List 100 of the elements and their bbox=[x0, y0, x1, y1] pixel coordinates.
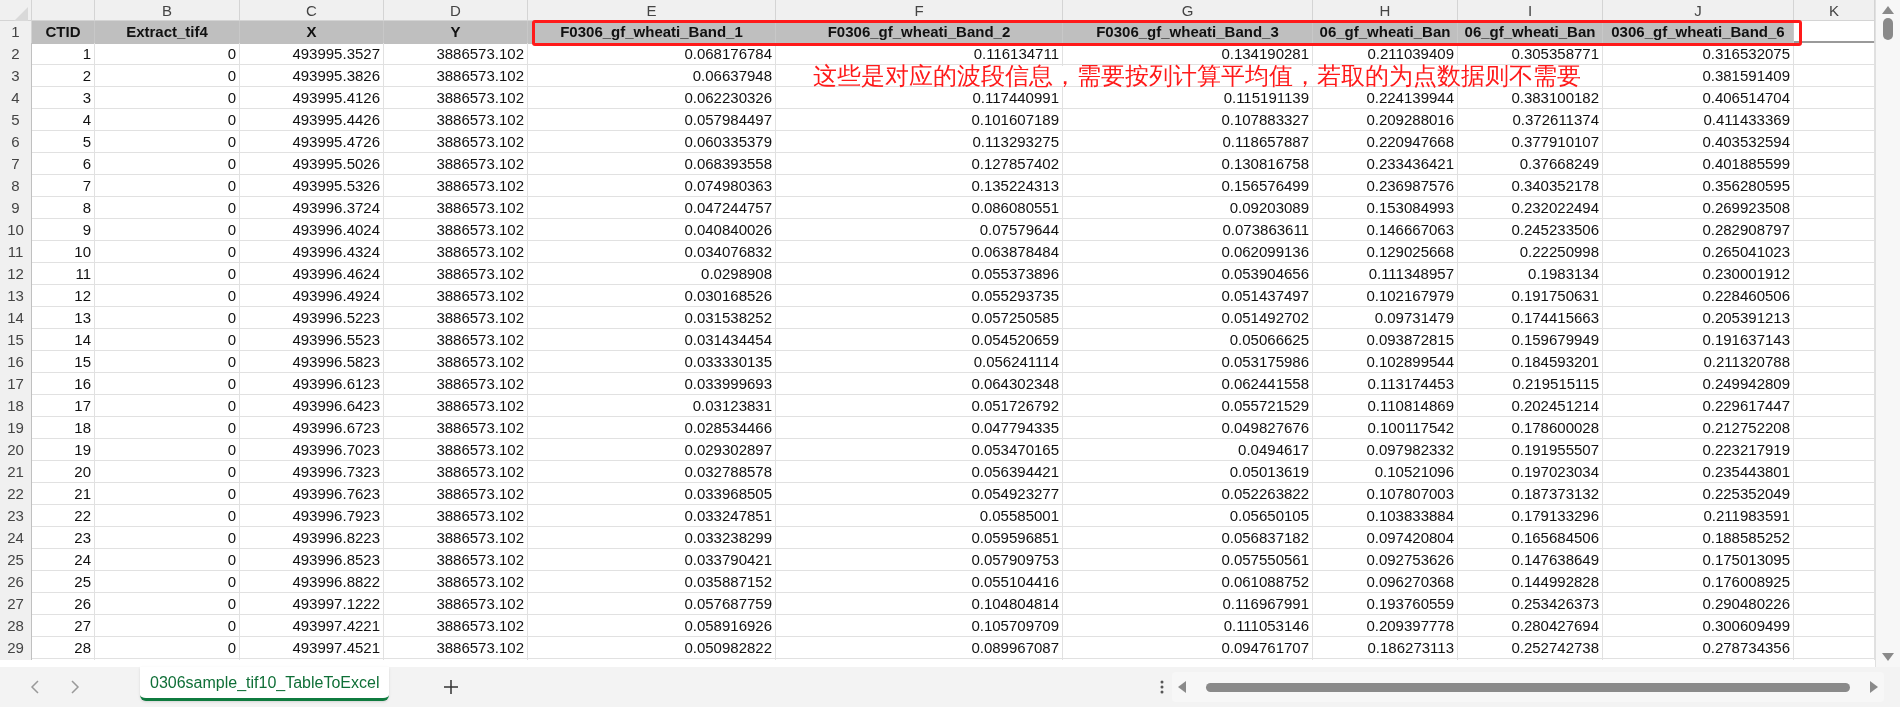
table-cell: 0.056394421 bbox=[776, 461, 1063, 484]
table-cell: 0.0298908 bbox=[528, 263, 776, 286]
table-cell: 0 bbox=[95, 351, 240, 374]
row-number[interactable]: 22 bbox=[0, 483, 32, 506]
table-cell: 0.092753626 bbox=[1313, 549, 1458, 572]
table-cell: 0.280427694 bbox=[1458, 615, 1603, 638]
table-cell: 3886573.102 bbox=[384, 175, 528, 198]
table-cell: 3886573.102 bbox=[384, 439, 528, 462]
add-sheet-icon[interactable] bbox=[444, 680, 459, 694]
scroll-up-icon[interactable] bbox=[1882, 6, 1894, 14]
next-sheet-icon[interactable] bbox=[70, 679, 80, 695]
row-number[interactable]: 25 bbox=[0, 549, 32, 572]
row-number[interactable]: 16 bbox=[0, 351, 32, 374]
table-cell: 3886573.102 bbox=[384, 505, 528, 528]
row-number[interactable]: 18 bbox=[0, 395, 32, 418]
column-header[interactable]: J bbox=[1603, 0, 1794, 23]
row-number[interactable]: 29 bbox=[0, 637, 32, 660]
table-cell: 0 bbox=[95, 43, 240, 66]
scroll-left-icon[interactable] bbox=[1178, 681, 1186, 693]
table-cell: 0.073863611 bbox=[1063, 219, 1313, 242]
table-cell: 0 bbox=[95, 329, 240, 352]
table-cell: 21 bbox=[32, 483, 95, 506]
table-cell: 0.040840026 bbox=[528, 219, 776, 242]
row-number[interactable]: 10 bbox=[0, 219, 32, 242]
scrollbar-thumb[interactable] bbox=[1883, 18, 1893, 40]
table-cell: 0.096270368 bbox=[1313, 571, 1458, 594]
table-cell: 493996.8523 bbox=[240, 549, 384, 572]
table-cell: 0.411433369 bbox=[1603, 109, 1794, 132]
table-cell: 493995.4426 bbox=[240, 109, 384, 132]
table-cell: 0.184593201 bbox=[1458, 351, 1603, 374]
row-number[interactable]: 17 bbox=[0, 373, 32, 396]
table-cell: 0.229617447 bbox=[1603, 395, 1794, 418]
table-cell: 0.211983591 bbox=[1603, 505, 1794, 528]
row-number[interactable]: 20 bbox=[0, 439, 32, 462]
row-number[interactable]: 7 bbox=[0, 153, 32, 176]
table-cell: 3886573.102 bbox=[384, 351, 528, 374]
table-cell: 5 bbox=[32, 131, 95, 154]
row-number[interactable]: 5 bbox=[0, 109, 32, 132]
table-cell: 3886573.102 bbox=[384, 593, 528, 616]
table-cell: 0.034076832 bbox=[528, 241, 776, 264]
column-header[interactable]: G bbox=[1063, 0, 1313, 23]
table-cell: 0.062230326 bbox=[528, 87, 776, 110]
table-cell: 3886573.102 bbox=[384, 307, 528, 330]
row-number[interactable]: 28 bbox=[0, 615, 32, 638]
table-cell: 0.054520659 bbox=[776, 329, 1063, 352]
row-number[interactable]: 19 bbox=[0, 417, 32, 440]
row-number[interactable]: 8 bbox=[0, 175, 32, 198]
table-cell: 3886573.102 bbox=[384, 527, 528, 550]
table-cell: 0.093872815 bbox=[1313, 329, 1458, 352]
table-cell: 493995.5326 bbox=[240, 175, 384, 198]
table-cell: 0.029302897 bbox=[528, 439, 776, 462]
row-number[interactable]: 26 bbox=[0, 571, 32, 594]
table-cell: 0.05650105 bbox=[1063, 505, 1313, 528]
row-number[interactable]: 27 bbox=[0, 593, 32, 616]
row-number[interactable]: 3 bbox=[0, 65, 32, 88]
table-cell: 0.107807003 bbox=[1313, 483, 1458, 506]
table-cell: 0.197023034 bbox=[1458, 461, 1603, 484]
scroll-down-icon[interactable] bbox=[1882, 653, 1894, 661]
column-header[interactable]: F bbox=[776, 0, 1063, 23]
table-cell: 0.144992828 bbox=[1458, 571, 1603, 594]
table-cell: 23 bbox=[32, 527, 95, 550]
more-options-icon[interactable] bbox=[1160, 680, 1164, 694]
table-cell: 10 bbox=[32, 241, 95, 264]
horizontal-scrollbar[interactable] bbox=[1172, 672, 1884, 702]
row-number[interactable]: 24 bbox=[0, 527, 32, 550]
row-number[interactable]: 13 bbox=[0, 285, 32, 308]
table-cell: 0.03123831 bbox=[528, 395, 776, 418]
table-cell: 0.253426373 bbox=[1458, 593, 1603, 616]
table-cell: 0.147638649 bbox=[1458, 549, 1603, 572]
table-cell: 493996.4624 bbox=[240, 263, 384, 286]
previous-sheet-icon[interactable] bbox=[30, 679, 40, 695]
table-cell: 3886573.102 bbox=[384, 549, 528, 572]
sheet-tab[interactable]: 0306sample_tif10_TableToExcel bbox=[140, 667, 390, 701]
table-cell: 0.0494617 bbox=[1063, 439, 1313, 462]
table-cell: 22 bbox=[32, 505, 95, 528]
table-cell: 0.113293275 bbox=[776, 131, 1063, 154]
row-number[interactable]: 1 bbox=[0, 21, 32, 44]
row-number[interactable]: 11 bbox=[0, 241, 32, 264]
table-cell: 3886573.102 bbox=[384, 219, 528, 242]
column-header[interactable]: I bbox=[1458, 0, 1603, 23]
row-number[interactable]: 21 bbox=[0, 461, 32, 484]
row-number[interactable]: 14 bbox=[0, 307, 32, 330]
table-cell: 7 bbox=[32, 175, 95, 198]
table-cell: 14 bbox=[32, 329, 95, 352]
table-header-cell: F0306_gf_wheati_Band_1 bbox=[528, 21, 776, 44]
vertical-scrollbar[interactable] bbox=[1875, 0, 1900, 667]
row-number[interactable]: 6 bbox=[0, 131, 32, 154]
row-number[interactable]: 9 bbox=[0, 197, 32, 220]
row-number[interactable]: 4 bbox=[0, 87, 32, 110]
column-header[interactable]: H bbox=[1313, 0, 1458, 23]
row-number[interactable]: 15 bbox=[0, 329, 32, 352]
scrollbar-thumb[interactable] bbox=[1206, 682, 1850, 692]
table-cell: 20 bbox=[32, 461, 95, 484]
table-cell: 0.033790421 bbox=[528, 549, 776, 572]
table-cell: 0 bbox=[95, 87, 240, 110]
scroll-right-icon[interactable] bbox=[1870, 681, 1878, 693]
row-number[interactable]: 12 bbox=[0, 263, 32, 286]
row-number[interactable]: 2 bbox=[0, 43, 32, 66]
row-number[interactable]: 23 bbox=[0, 505, 32, 528]
table-cell: 493996.5223 bbox=[240, 307, 384, 330]
